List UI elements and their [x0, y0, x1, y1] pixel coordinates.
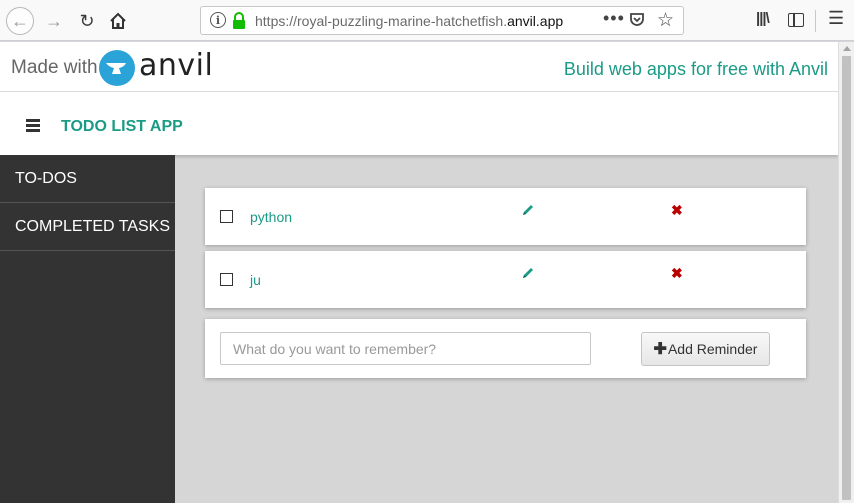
pencil-icon[interactable]	[521, 266, 535, 280]
pocket-icon[interactable]	[629, 12, 645, 28]
browser-toolbar: ← → ↻ i https://royal-puzzling-marine-ha…	[0, 0, 854, 41]
sidebar-menu-icon[interactable]	[26, 119, 40, 132]
app-page: Made with anvil Build web apps for free …	[0, 42, 838, 503]
todo-text: ju	[250, 272, 261, 288]
todo-checkbox[interactable]	[220, 273, 233, 286]
todo-checkbox[interactable]	[220, 210, 233, 223]
add-reminder-button[interactable]: ✚ Add Reminder	[641, 332, 770, 366]
delete-x-icon[interactable]: ✖	[671, 265, 683, 282]
info-icon[interactable]: i	[210, 12, 226, 28]
home-icon[interactable]	[104, 7, 132, 35]
sidebar-item-label: TO-DOS	[15, 170, 77, 187]
sidebar-item-label: COMPLETED TASKS	[15, 218, 170, 235]
library-icon[interactable]: |||\	[756, 10, 770, 27]
page-scrollbar[interactable]	[838, 42, 854, 503]
sidebar: TO-DOS COMPLETED TASKS	[0, 155, 175, 503]
hamburger-menu-icon[interactable]: ☰	[828, 8, 844, 29]
anvil-brand-text: anvil	[139, 48, 214, 83]
toolbar-separator	[815, 10, 816, 32]
lock-icon[interactable]	[231, 12, 247, 30]
url-prefix: https://royal-puzzling-marine-hatchetfis…	[255, 13, 508, 29]
sidebar-item-todos[interactable]: TO-DOS	[0, 155, 175, 203]
sidebar-item-completed-tasks[interactable]: COMPLETED TASKS	[0, 203, 175, 251]
url-text[interactable]: https://royal-puzzling-marine-hatchetfis…	[255, 13, 563, 29]
page-actions-icon[interactable]: •••	[603, 8, 625, 29]
page-title: TODO LIST APP	[61, 118, 183, 135]
scroll-up-arrow-icon[interactable]	[843, 46, 851, 51]
sidebar-toggle-icon[interactable]	[788, 13, 804, 27]
anvil-logo-icon	[99, 50, 135, 86]
reminder-input[interactable]	[220, 332, 591, 365]
todo-card: python ✖	[205, 188, 806, 245]
scroll-thumb[interactable]	[842, 56, 851, 500]
app-header: TODO LIST APP	[0, 92, 838, 155]
anvil-tagline[interactable]: Build web apps for free with Anvil	[564, 59, 828, 80]
bookmark-star-icon[interactable]: ☆	[657, 9, 674, 32]
anvil-banner[interactable]: Made with anvil Build web apps for free …	[0, 42, 838, 92]
reload-icon[interactable]: ↻	[73, 7, 101, 35]
back-arrow-icon[interactable]: ←	[6, 7, 34, 35]
todo-card: ju ✖	[205, 251, 806, 308]
new-reminder-card: ✚Add Reminder	[205, 319, 806, 378]
add-reminder-label: Add Reminder	[667, 341, 758, 357]
plus-icon: ✚	[653, 341, 667, 358]
todo-text: python	[250, 209, 293, 225]
pencil-icon[interactable]	[521, 203, 535, 217]
delete-x-icon[interactable]: ✖	[671, 202, 683, 219]
forward-arrow-icon[interactable]: →	[40, 7, 68, 35]
url-bar[interactable]: i https://royal-puzzling-marine-hatchetf…	[200, 6, 684, 35]
made-with-text: Made with	[11, 57, 98, 78]
url-domain: anvil.app	[507, 13, 564, 29]
